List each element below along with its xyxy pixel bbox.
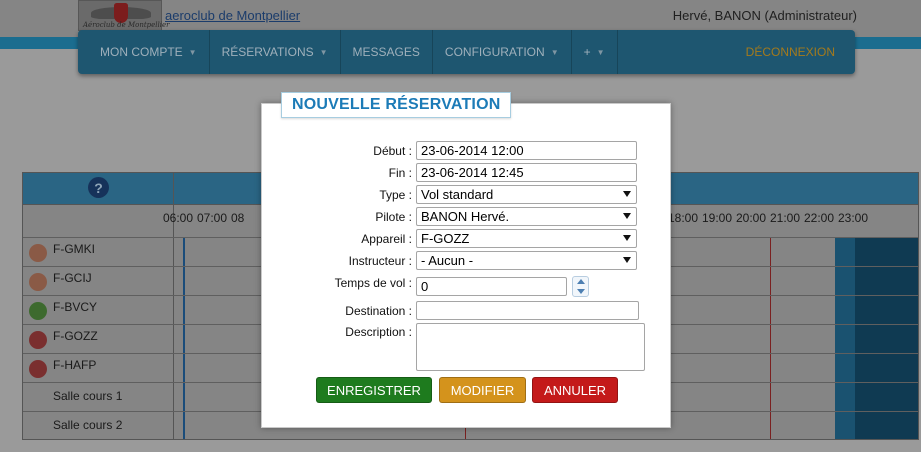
dropdown-arrow-icon [623, 257, 631, 263]
nav-messages[interactable]: MESSAGES [341, 30, 433, 74]
field-label: Type : [379, 188, 412, 202]
nav-reservations[interactable]: RÉSERVATIONS ▼ [210, 30, 341, 74]
hours-left: 06:00 07:00 08 [163, 211, 265, 225]
status-dot-icon [29, 331, 47, 349]
caret-down-icon: ▼ [188, 47, 197, 57]
destination-input[interactable] [416, 301, 639, 320]
resource-label: Salle cours 1 [53, 389, 123, 403]
field-type: Type : Vol standard [262, 185, 670, 207]
debut-input[interactable]: 23-06-2014 12:00 [416, 141, 637, 160]
field-label: Début : [373, 144, 412, 158]
field-instructeur: Instructeur : - Aucun - [262, 251, 670, 273]
dialog-title: NOUVELLE RÉSERVATION [281, 92, 512, 118]
modify-button[interactable]: MODIFIER [439, 377, 526, 403]
nav-label: MESSAGES [352, 45, 420, 59]
logo-crest-icon [114, 3, 128, 23]
field-fin: Fin : 23-06-2014 12:45 [262, 163, 670, 185]
field-destination: Destination : [262, 301, 670, 323]
club-logo[interactable]: Aéroclub de Montpellier [78, 0, 170, 31]
help-icon[interactable]: ? [88, 177, 109, 198]
dropdown-arrow-icon [623, 213, 631, 219]
spin-down-icon[interactable] [577, 289, 585, 294]
resource-label: F-BVCY [53, 300, 98, 314]
resource-label: F-GMKI [53, 242, 95, 256]
select-value: - Aucun - [421, 253, 474, 268]
select-value: BANON Hervé. [421, 209, 510, 224]
logo-text: Aéroclub de Montpellier [83, 21, 170, 29]
cancel-button[interactable]: ANNULER [532, 377, 618, 403]
field-label: Temps de vol : [334, 276, 412, 290]
field-label: Pilote : [375, 210, 412, 224]
nav-plus[interactable]: + ▼ [572, 30, 618, 74]
temps-vol-spinner[interactable] [572, 276, 589, 297]
field-label: Fin : [388, 166, 412, 180]
caret-down-icon: ▼ [596, 47, 605, 57]
hour-label: 23:00 [838, 211, 869, 225]
hour-label: 07:00 [197, 211, 228, 225]
fin-input[interactable]: 23-06-2014 12:45 [416, 163, 637, 182]
spin-up-icon[interactable] [577, 279, 585, 284]
logout-link[interactable]: DÉCONNEXION [726, 30, 855, 74]
nav-configuration[interactable]: CONFIGURATION ▼ [433, 30, 572, 74]
hour-label: 06:00 [163, 211, 194, 225]
field-label: Description : [345, 325, 412, 339]
caret-down-icon: ▼ [550, 47, 559, 57]
hour-label: 20:00 [736, 211, 767, 225]
club-link[interactable]: aeroclub de Montpellier [165, 8, 300, 23]
pilote-select[interactable]: BANON Hervé. [416, 207, 637, 226]
description-textarea[interactable] [416, 323, 645, 371]
dropdown-arrow-icon [623, 235, 631, 241]
hour-label: 08 [231, 211, 245, 225]
status-dot-icon [29, 244, 47, 262]
hour-label: 22:00 [804, 211, 835, 225]
instructeur-select[interactable]: - Aucun - [416, 251, 637, 270]
nav-label: MON COMPTE [100, 45, 183, 59]
nav-label: + [583, 45, 591, 59]
hour-label: 18:00 [668, 211, 699, 225]
field-temps-vol: Temps de vol : 0 [262, 276, 670, 298]
field-appareil: Appareil : F-GOZZ [262, 229, 670, 251]
nav-label: CONFIGURATION [444, 45, 545, 59]
field-label: Instructeur : [348, 254, 412, 268]
resource-label: F-GOZZ [53, 329, 98, 343]
resource-label: Salle cours 2 [53, 418, 123, 432]
appareil-select[interactable]: F-GOZZ [416, 229, 637, 248]
save-button[interactable]: ENREGISTRER [316, 377, 432, 403]
hour-label: 21:00 [770, 211, 801, 225]
nav-mon-compte[interactable]: MON COMPTE ▼ [78, 30, 210, 74]
nav-label: RÉSERVATIONS [221, 45, 314, 59]
caret-down-icon: ▼ [319, 47, 328, 57]
select-value: F-GOZZ [421, 231, 470, 246]
field-debut: Début : 23-06-2014 12:00 [262, 141, 670, 163]
hours-right: 18:00 19:00 20:00 21:00 22:00 23:00 [668, 211, 872, 225]
field-description: Description : [262, 323, 670, 371]
field-label: Appareil : [361, 232, 412, 246]
dropdown-arrow-icon [623, 191, 631, 197]
select-value: Vol standard [421, 187, 494, 202]
new-reservation-dialog: NOUVELLE RÉSERVATION Début : 23-06-2014 … [261, 92, 671, 428]
status-dot-icon [29, 302, 47, 320]
resource-label: F-GCIJ [53, 271, 92, 285]
hour-label: 19:00 [702, 211, 733, 225]
status-dot-icon [29, 360, 47, 378]
resource-label: F-HAFP [53, 358, 97, 372]
main-nav: MON COMPTE ▼ RÉSERVATIONS ▼ MESSAGES CON… [78, 30, 855, 74]
temps-vol-input[interactable]: 0 [416, 277, 567, 296]
user-name[interactable]: Hervé, BANON (Administrateur) [673, 8, 857, 23]
status-dot-icon [29, 273, 47, 291]
field-pilote: Pilote : BANON Hervé. [262, 207, 670, 229]
type-select[interactable]: Vol standard [416, 185, 637, 204]
field-label: Destination : [345, 304, 412, 318]
